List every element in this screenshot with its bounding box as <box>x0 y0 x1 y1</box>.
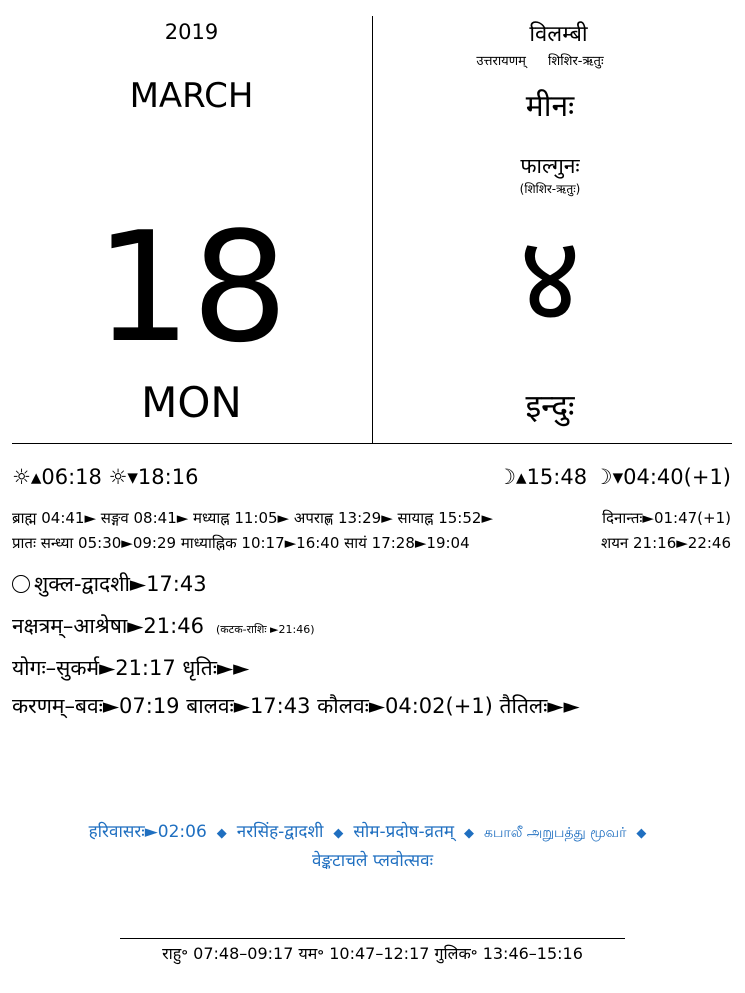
tithi-date-numeral: ४ <box>518 210 582 349</box>
solar-rashi: मीनः <box>525 89 575 124</box>
karana: करणम्–बवः►07:19 बालवः►17:43 कौलवः►04:02(… <box>12 694 580 718</box>
dinanta: दिनान्तः►01:47(+1) <box>602 509 731 527</box>
ayana: उत्तरायणम् <box>476 54 526 69</box>
samvatsara: विलम्बी <box>529 22 588 47</box>
kala-divisions: ब्राह्म 04:41► सङ्गव 08:41► मध्याह्न 11:… <box>12 509 493 527</box>
festival-line-2: वेङ्कटाचले प्लवोत्सवः <box>0 848 745 871</box>
yoga: योगः–सुकर्म►21:17 धृतिः►► <box>12 656 250 680</box>
sunrise-sunset: ☼▴06:18 ☼▾18:16 <box>12 465 199 489</box>
moon-phase-icon <box>12 575 30 593</box>
footer-divider <box>120 938 625 939</box>
gregorian-year: 2019 <box>164 20 219 44</box>
festival-venkatachala-plavotsava[interactable]: वेङ्कटाचले प्लवोत्सवः <box>312 851 433 871</box>
gregorian-month: MARCH <box>129 76 254 116</box>
tithi-row: शुक्ल-द्वादशी►17:43 <box>12 570 207 598</box>
festival-harivasara[interactable]: हरिवासरः►02:06 <box>89 822 207 842</box>
shayana: शयन 21:16►22:46 <box>601 534 731 552</box>
diamond-icon: ◆ <box>464 826 474 841</box>
festival-kapali[interactable]: கபாலீ அறுபத்து மூவர் <box>484 825 626 841</box>
festival-narasimha-dvadashi[interactable]: नरसिंह-द्वादशी <box>237 822 324 842</box>
horizontal-divider <box>12 443 732 444</box>
diamond-icon: ◆ <box>333 826 344 841</box>
diamond-icon: ◆ <box>216 826 227 841</box>
gregorian-weekday: MON <box>141 378 242 427</box>
festival-soma-pradosha[interactable]: सोम-प्रदोष-व्रतम् <box>353 822 454 842</box>
inauspicious-timings: राहु॰ 07:48–09:17 यम॰ 10:47–12:17 गुलिक॰… <box>162 944 583 963</box>
moonrise-moonset: ☽▴15:48 ☽▾04:40(+1) <box>497 465 731 489</box>
sandhya-timings: प्रातः सन्ध्या 05:30►09:29 माध्याह्निक 1… <box>12 534 470 552</box>
nakshatra-note: (कटक-राशिः ►21:46) <box>215 623 315 636</box>
vara: इन्दुः <box>525 387 575 425</box>
ayana-ritu: उत्तरायणम् शिशिर-ऋतुः <box>372 51 708 69</box>
festival-line-1: हरिवासरः►02:06 ◆ नरसिंह-द्वादशी ◆ सोम-प्रदोष… <box>0 819 745 843</box>
lunar-masa: फाल्गुनः <box>520 154 580 178</box>
tithi: शुक्ल-द्वादशी►17:43 <box>34 572 207 596</box>
diamond-icon: ◆ <box>636 826 647 841</box>
ritu: शिशिर-ऋतुः <box>548 54 604 69</box>
masa-ritu: (शिशिर-ऋतुः) <box>519 182 581 196</box>
nakshatra: नक्षत्रम्–आश्रेषा►21:46 <box>12 614 204 638</box>
nakshatra-row: नक्षत्रम्–आश्रेषा►21:46 (कटक-राशिः ►21:46… <box>12 612 315 640</box>
gregorian-day: 18 <box>94 199 289 376</box>
